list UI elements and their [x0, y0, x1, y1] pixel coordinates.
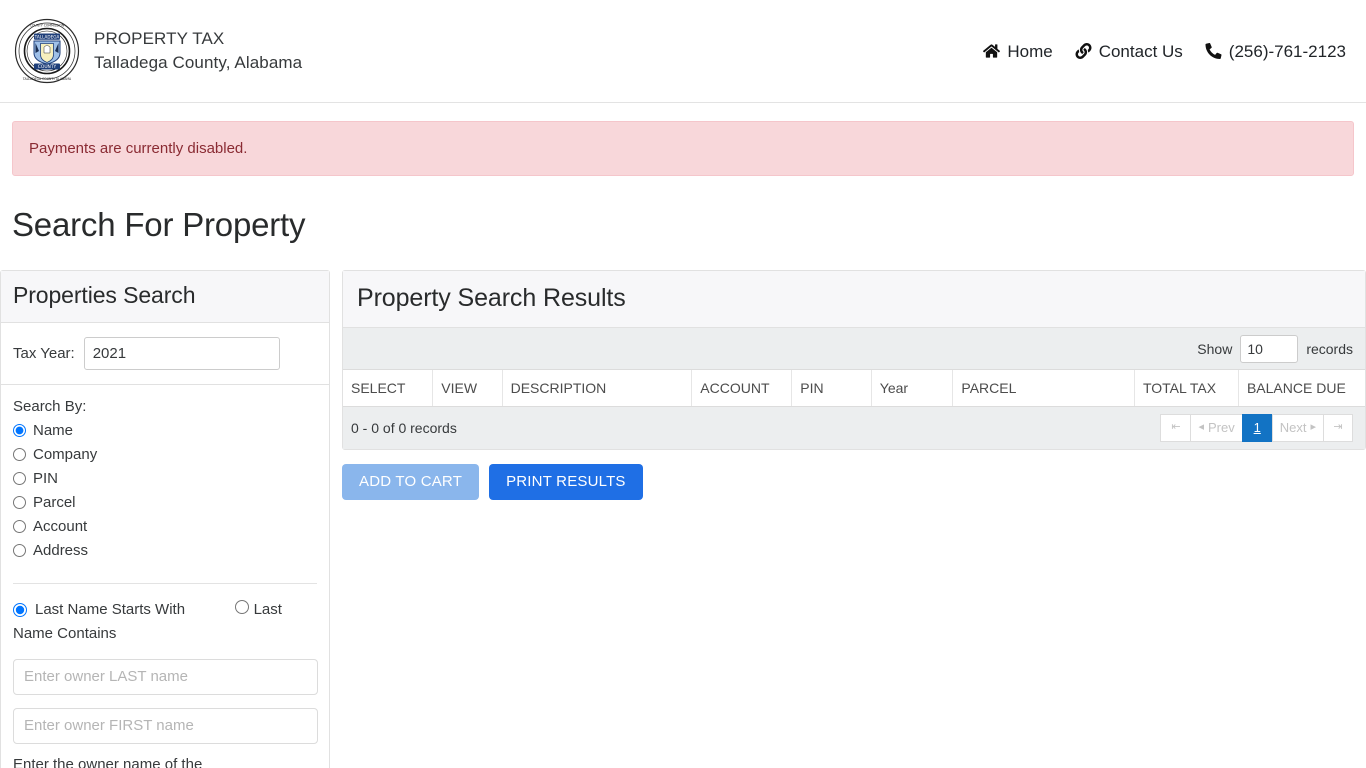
print-results-button[interactable]: PRINT RESULTS [489, 463, 643, 500]
properties-search-panel: Properties Search Tax Year: Search By: N… [0, 270, 330, 768]
search-by-radio-name[interactable] [13, 424, 26, 438]
search-by-label: Search By: [13, 397, 87, 415]
column-balance-due[interactable]: BALANCE DUE [1238, 370, 1365, 407]
search-by-option-name[interactable]: Name [13, 419, 317, 443]
name-mode-label-starts-with: Last Name Starts With [35, 600, 186, 618]
svg-text:COUNTY: COUNTY [38, 64, 57, 70]
results-actions: ADD TO CART PRINT RESULTS [342, 463, 1366, 500]
search-by-label-parcel: Parcel [33, 493, 76, 511]
add-to-cart-button[interactable]: ADD TO CART [342, 463, 480, 500]
search-by-option-account[interactable]: Account [13, 515, 317, 539]
tax-year-row: Tax Year: [1, 323, 329, 385]
last-page-icon: ⇥ [1333, 421, 1343, 433]
payments-disabled-alert: Payments are currently disabled. [12, 121, 1354, 176]
county-seal-icon: COUNTY COMMISSION TALLADEGA COUNTY ALABA… [14, 18, 80, 84]
search-by-label-account: Account [33, 517, 88, 535]
first-page-icon: ⇤ [1171, 421, 1181, 433]
column-year[interactable]: Year [871, 370, 954, 407]
brand-text: PROPERTY TAX Talladega County, Alabama [94, 28, 303, 72]
properties-search-title: Properties Search [13, 282, 196, 308]
search-by-option-address[interactable]: Address [13, 539, 317, 563]
search-hint: Enter the owner name of the [13, 755, 203, 768]
results-column: Property Search Results Show records [330, 270, 1366, 500]
property-search-results-panel: Property Search Results Show records [342, 270, 1366, 450]
search-by-radio-company[interactable] [13, 448, 26, 462]
records-label: records [1306, 340, 1353, 357]
brand[interactable]: COUNTY COMMISSION TALLADEGA COUNTY ALABA… [14, 18, 302, 84]
pagination: ⇤ ◂ Prev 1 Next ▸ ⇥ [1160, 413, 1353, 442]
search-by-radio-parcel[interactable] [13, 496, 26, 510]
show-label: Show [1197, 340, 1233, 357]
tax-year-label: Tax Year: [13, 344, 75, 362]
nav-contact-us-label: Contact Us [1098, 41, 1183, 61]
tax-year-select[interactable] [83, 336, 280, 370]
nav-contact-us[interactable]: Contact Us [1075, 43, 1183, 60]
pagination-first-button[interactable]: ⇤ [1160, 413, 1191, 442]
name-mode-radio-starts-with[interactable] [13, 602, 27, 617]
results-title: Property Search Results [357, 284, 626, 312]
svg-text:TALLADEGA COUNTY ALABAMA: TALLADEGA COUNTY ALABAMA [22, 77, 72, 81]
search-by-label-address: Address [33, 541, 89, 559]
pagination-prev-label: Prev [1208, 420, 1235, 435]
column-account[interactable]: ACCOUNT [691, 370, 793, 407]
properties-search-heading: Properties Search [1, 271, 329, 323]
page-size-value[interactable] [1241, 335, 1298, 362]
svg-text:COUNTY COMMISSION: COUNTY COMMISSION [30, 23, 65, 27]
name-mode-group: Last Name Starts With Last Name Contains [1, 584, 329, 646]
owner-last-name-input[interactable] [13, 658, 318, 695]
nav-phone-label: (256)-761-2123 [1228, 41, 1346, 61]
pagination-last-button[interactable]: ⇥ [1323, 413, 1353, 442]
alert-message: Payments are currently disabled. [29, 140, 248, 157]
search-by-radio-account[interactable] [13, 520, 26, 534]
search-by-label-pin: PIN [33, 469, 59, 487]
column-total-tax[interactable]: TOTAL TAX [1134, 370, 1239, 407]
phone-icon [1205, 43, 1222, 59]
top-navigation: Home Contact Us (256)-761-2123 [983, 43, 1348, 60]
name-mode-starts-with[interactable]: Last Name Starts With [13, 598, 185, 622]
results-table: SELECT VIEW DESCRIPTION ACCOUNT PIN Year… [343, 370, 1365, 407]
nav-home-label: Home [1007, 41, 1053, 61]
grid-toolbar: Show records [343, 328, 1365, 370]
grid-footer: 0 - 0 of 0 records ⇤ ◂ Prev 1 Next ▸ ⇥ [343, 406, 1365, 449]
results-table-header-row: SELECT VIEW DESCRIPTION ACCOUNT PIN Year… [343, 370, 1365, 407]
search-by-label-company: Company [33, 445, 98, 463]
tax-year-value[interactable] [84, 337, 279, 369]
main-content: Properties Search Tax Year: Search By: N… [0, 270, 1366, 768]
search-by-radio-pin[interactable] [13, 472, 26, 486]
pagination-prev-button[interactable]: ◂ Prev [1190, 413, 1242, 442]
column-description[interactable]: DESCRIPTION [502, 370, 693, 407]
site-title: PROPERTY TAX [94, 28, 225, 48]
nav-home[interactable]: Home [983, 41, 1053, 61]
site-subtitle: Talladega County, Alabama [94, 52, 303, 72]
svg-text:TALLADEGA: TALLADEGA [34, 34, 60, 39]
page-title: Search For Property [12, 206, 306, 243]
owner-first-name-input[interactable] [13, 707, 318, 744]
name-mode-radio-contains[interactable] [235, 599, 250, 614]
pagination-next-label: Next [1279, 420, 1307, 435]
nav-phone[interactable]: (256)-761-2123 [1205, 43, 1346, 60]
column-pin[interactable]: PIN [791, 370, 872, 407]
page-size-select[interactable] [1240, 334, 1299, 363]
column-select[interactable]: SELECT [343, 370, 434, 407]
column-parcel[interactable]: PARCEL [952, 370, 1135, 407]
search-by-option-company[interactable]: Company [13, 443, 317, 467]
chevron-right-icon: ▸ [1310, 421, 1316, 433]
pagination-next-button[interactable]: Next ▸ [1271, 413, 1323, 442]
search-by-option-pin[interactable]: PIN [13, 467, 317, 491]
search-by-group: Search By: Name Company PIN Parcel Accou… [1, 385, 329, 573]
site-header: COUNTY COMMISSION TALLADEGA COUNTY ALABA… [0, 0, 1366, 103]
link-icon [1075, 43, 1092, 59]
search-by-option-parcel[interactable]: Parcel [13, 491, 317, 515]
results-heading: Property Search Results [343, 271, 1365, 328]
search-by-label-name: Name [33, 421, 74, 439]
record-count: 0 - 0 of 0 records [351, 419, 457, 436]
chevron-left-icon: ◂ [1198, 421, 1204, 433]
search-column: Properties Search Tax Year: Search By: N… [0, 270, 330, 768]
home-icon [983, 43, 1001, 59]
column-view[interactable]: VIEW [432, 370, 503, 407]
search-by-radio-address[interactable] [13, 544, 26, 558]
pagination-page-1[interactable]: 1 [1241, 413, 1272, 442]
